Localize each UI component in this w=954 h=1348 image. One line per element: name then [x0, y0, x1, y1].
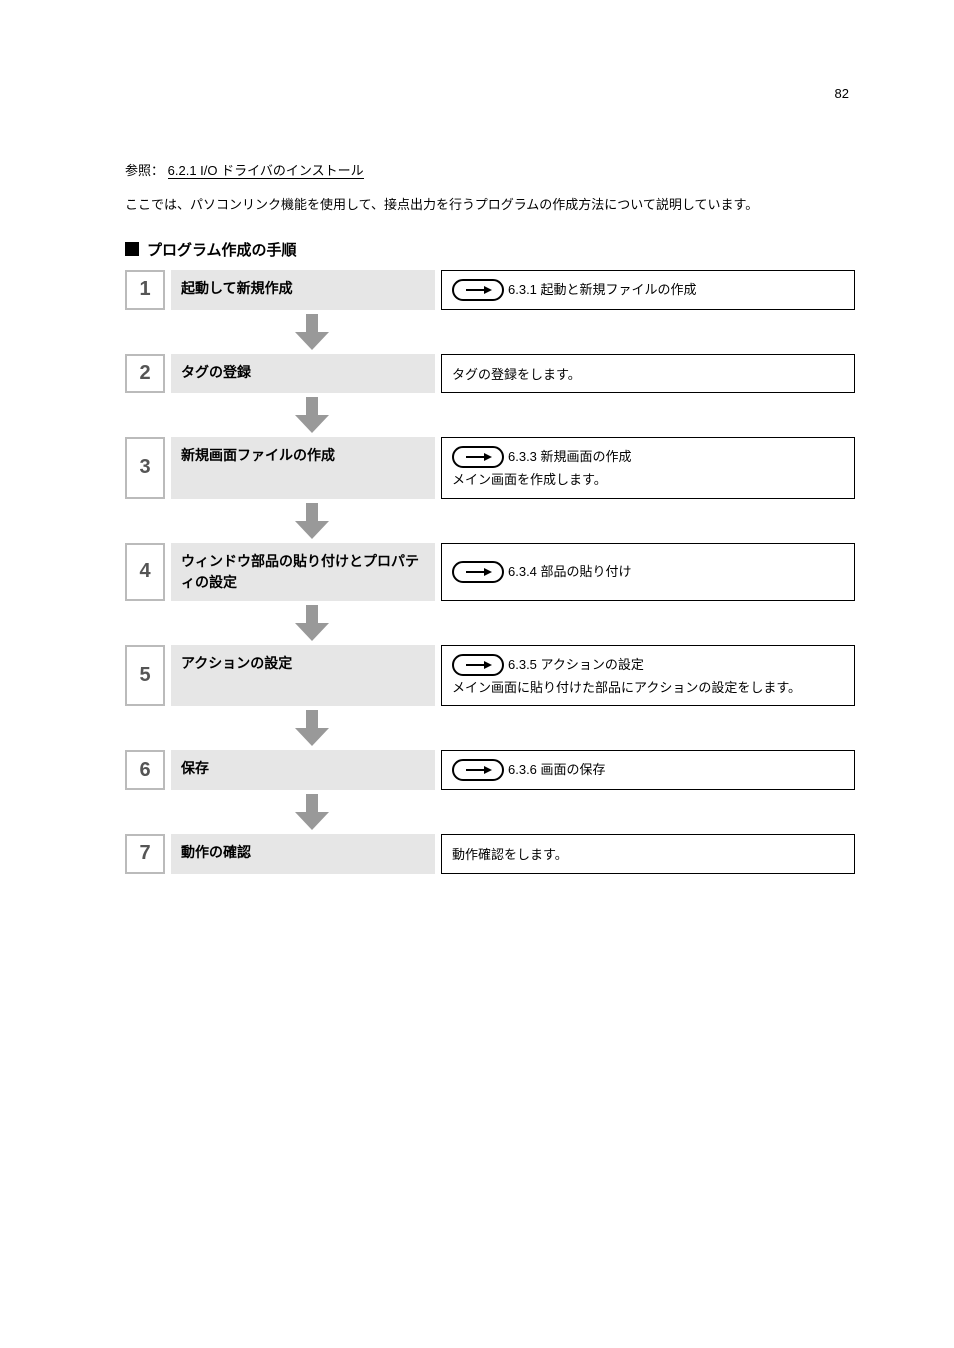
intro-text: ここでは、パソコンリンク機能を使用して、接点出力を行うプログラムの作成方法につい…: [125, 195, 855, 215]
step-reference-text: 6.3.1 起動と新規ファイルの作成: [508, 280, 697, 300]
step-title: タグの登録: [171, 354, 435, 394]
arrow-down-icon: [295, 397, 855, 433]
step-reference-text: 6.3.5 アクションの設定: [508, 655, 644, 675]
step-row: 6保存 6.3.6 画面の保存: [125, 750, 855, 790]
arrow-down-icon: [295, 314, 855, 350]
content-area: 参照： 6.2.1 I/O ドライバのインストール ここでは、パソコンリンク機能…: [125, 160, 855, 878]
step-detail: 6.3.1 起動と新規ファイルの作成: [441, 270, 855, 310]
step-number: 5: [125, 645, 165, 707]
step-detail: 6.3.4 部品の貼り付け: [441, 543, 855, 601]
step-row: 2タグの登録タグの登録をします。: [125, 354, 855, 394]
step-detail-line: 6.3.3 新規画面の作成: [452, 446, 844, 468]
arrow-right-icon: [452, 654, 504, 676]
step-detail: 6.3.5 アクションの設定メイン画面に貼り付けた部品にアクションの設定をします…: [441, 645, 855, 707]
step-detail-line: 6.3.5 アクションの設定: [452, 654, 844, 676]
step-row: 3新規画面ファイルの作成 6.3.3 新規画面の作成メイン画面を作成します。: [125, 437, 855, 499]
step-description-text: 動作確認をします。: [452, 845, 568, 865]
bullet-icon: [125, 242, 139, 256]
arrow-down-icon: [295, 503, 855, 539]
step-row: 4ウィンドウ部品の貼り付けとプロパティの設定 6.3.4 部品の貼り付け: [125, 543, 855, 601]
step-detail: 動作確認をします。: [441, 834, 855, 874]
step-detail: 6.3.6 画面の保存: [441, 750, 855, 790]
step-title: 新規画面ファイルの作成: [171, 437, 435, 499]
step-detail-line: 動作確認をします。: [452, 845, 844, 865]
step-detail: タグの登録をします。: [441, 354, 855, 394]
step-number: 2: [125, 354, 165, 394]
step-reference-text: 6.3.3 新規画面の作成: [508, 447, 632, 467]
section-header: プログラム作成の手順: [125, 239, 855, 260]
step-detail: 6.3.3 新規画面の作成メイン画面を作成します。: [441, 437, 855, 499]
arrow-down-icon: [295, 794, 855, 830]
step-title: 動作の確認: [171, 834, 435, 874]
step-description-text: メイン画面を作成します。: [452, 470, 607, 490]
arrow-right-icon: [452, 561, 504, 583]
reference-line: 参照： 6.2.1 I/O ドライバのインストール: [125, 160, 855, 179]
step-row: 7動作の確認動作確認をします。: [125, 834, 855, 874]
step-title: 起動して新規作成: [171, 270, 435, 310]
step-detail-line: タグの登録をします。: [452, 365, 844, 385]
step-number: 1: [125, 270, 165, 310]
page-number: 82: [835, 86, 849, 101]
arrow-right-icon: [452, 446, 504, 468]
step-number: 3: [125, 437, 165, 499]
step-row: 1起動して新規作成 6.3.1 起動と新規ファイルの作成: [125, 270, 855, 310]
section-title: プログラム作成の手順: [147, 239, 297, 260]
reference-link: 6.2.1 I/O ドライバのインストール: [168, 163, 364, 179]
step-number: 7: [125, 834, 165, 874]
arrow-right-icon: [452, 759, 504, 781]
step-detail-line: 6.3.6 画面の保存: [452, 759, 844, 781]
step-reference-text: 6.3.4 部品の貼り付け: [508, 562, 632, 582]
step-number: 4: [125, 543, 165, 601]
step-description-text: メイン画面に貼り付けた部品にアクションの設定をします。: [452, 678, 801, 698]
arrow-right-icon: [452, 279, 504, 301]
step-detail-line: 6.3.1 起動と新規ファイルの作成: [452, 279, 844, 301]
step-detail-line: メイン画面に貼り付けた部品にアクションの設定をします。: [452, 678, 844, 698]
step-row: 5アクションの設定 6.3.5 アクションの設定メイン画面に貼り付けた部品にアク…: [125, 645, 855, 707]
step-title: ウィンドウ部品の貼り付けとプロパティの設定: [171, 543, 435, 601]
step-title: 保存: [171, 750, 435, 790]
step-description-text: タグの登録をします。: [452, 365, 581, 385]
step-detail-line: 6.3.4 部品の貼り付け: [452, 561, 844, 583]
step-title: アクションの設定: [171, 645, 435, 707]
steps-container: 1起動して新規作成 6.3.1 起動と新規ファイルの作成 2タグの登録タグの登録を…: [125, 270, 855, 874]
step-number: 6: [125, 750, 165, 790]
reference-prefix: 参照：: [125, 163, 164, 178]
step-detail-line: メイン画面を作成します。: [452, 470, 844, 490]
step-reference-text: 6.3.6 画面の保存: [508, 760, 606, 780]
arrow-down-icon: [295, 605, 855, 641]
arrow-down-icon: [295, 710, 855, 746]
